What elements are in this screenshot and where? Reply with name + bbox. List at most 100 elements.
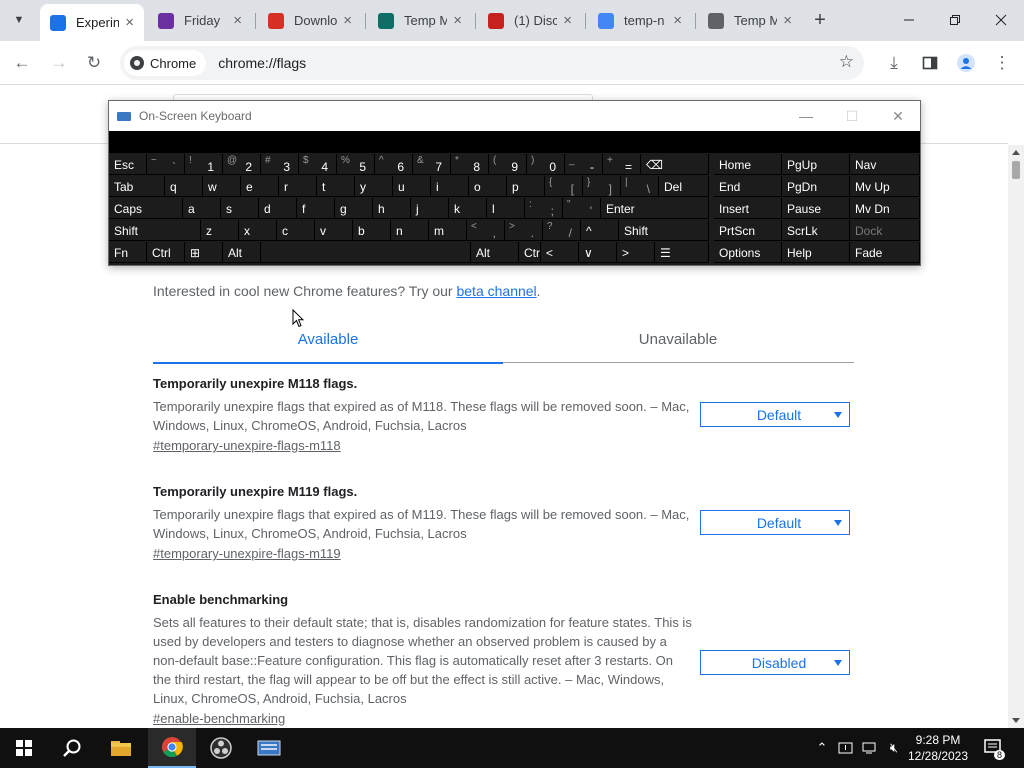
- osk-nav-key[interactable]: PrtScn: [714, 220, 782, 241]
- osk-key[interactable]: + =: [603, 154, 641, 175]
- browser-tab[interactable]: Temp M ×: [698, 4, 802, 37]
- side-panel-button[interactable]: [916, 49, 944, 77]
- beta-channel-link[interactable]: beta channel: [456, 283, 536, 299]
- osk-key[interactable]: ~ `: [147, 154, 185, 175]
- volume-tray[interactable]: 🔇︎: [884, 728, 904, 768]
- osk-nav-key[interactable]: Mv Dn: [850, 198, 920, 219]
- osk-nav-key[interactable]: Mv Up: [850, 176, 920, 197]
- osk-key[interactable]: ☰: [655, 242, 709, 263]
- osk-taskbar-button[interactable]: [245, 728, 293, 768]
- osk-nav-key[interactable]: Fade: [850, 242, 920, 263]
- osk-key[interactable]: h: [373, 198, 411, 219]
- osk-key[interactable]: n: [391, 220, 429, 241]
- osk-key[interactable]: }]: [583, 176, 621, 197]
- chrome-taskbar-button[interactable]: [148, 728, 196, 768]
- tab-close-icon[interactable]: ×: [673, 12, 682, 29]
- osk-key[interactable]: e: [241, 176, 279, 197]
- osk-key[interactable]: ^ 6: [375, 154, 413, 175]
- tab-close-icon[interactable]: ×: [783, 12, 792, 29]
- page-scrollbar[interactable]: [1008, 145, 1024, 728]
- bookmark-star-icon[interactable]: ☆: [839, 52, 854, 72]
- osk-key[interactable]: (9: [489, 154, 527, 175]
- osk-key[interactable]: Tab: [109, 176, 165, 197]
- back-button[interactable]: ←: [8, 49, 36, 77]
- minimize-button[interactable]: [886, 6, 932, 34]
- osk-key[interactable]: % 5: [337, 154, 375, 175]
- osk-key[interactable]: z: [201, 220, 239, 241]
- osk-key[interactable]: _ -: [565, 154, 603, 175]
- osk-nav-key[interactable]: Help: [782, 242, 850, 263]
- osk-key[interactable]: Esc: [109, 154, 147, 175]
- site-info-chip[interactable]: Chrome: [124, 50, 207, 76]
- osk-maximize-button[interactable]: ☐: [829, 101, 875, 131]
- osk-key[interactable]: >: [617, 242, 655, 263]
- osk-key[interactable]: q: [165, 176, 203, 197]
- tab-search-button[interactable]: ▼: [6, 8, 32, 32]
- osk-nav-key[interactable]: Nav: [850, 154, 920, 175]
- osk-nav-key[interactable]: Options: [714, 242, 782, 263]
- osk-nav-key[interactable]: PgUp: [782, 154, 850, 175]
- address-bar[interactable]: Chrome chrome://flags ☆: [120, 46, 864, 80]
- tab-close-icon[interactable]: ×: [343, 12, 352, 29]
- show-hidden-icons-button[interactable]: ⌃: [812, 728, 832, 768]
- start-button[interactable]: [0, 728, 48, 768]
- scroll-down-arrow-icon[interactable]: [1012, 718, 1020, 723]
- osk-key[interactable]: <: [541, 242, 579, 263]
- obs-taskbar-button[interactable]: [197, 728, 245, 768]
- osk-key[interactable]: Ctrl: [147, 242, 185, 263]
- osk-nav-key[interactable]: Home: [714, 154, 782, 175]
- osk-key[interactable]: i: [431, 176, 469, 197]
- tab-close-icon[interactable]: ×: [453, 12, 462, 29]
- downloads-button[interactable]: ⤓: [880, 49, 908, 77]
- tab-available[interactable]: Available: [153, 331, 503, 348]
- osk-key[interactable]: p: [507, 176, 545, 197]
- osk-key[interactable]: {[: [545, 176, 583, 197]
- osk-key[interactable]: Shift: [619, 220, 709, 241]
- osk-nav-key[interactable]: ScrLk: [782, 220, 850, 241]
- osk-key[interactable]: b: [353, 220, 391, 241]
- osk-key[interactable]: :;: [525, 198, 563, 219]
- osk-key[interactable]: ⌫: [641, 154, 709, 175]
- osk-key[interactable]: u: [393, 176, 431, 197]
- osk-key[interactable]: " ': [563, 198, 601, 219]
- flag-permalink[interactable]: #temporary-unexpire-flags-m119: [153, 546, 341, 561]
- osk-nav-key[interactable]: Pause: [782, 198, 850, 219]
- close-window-button[interactable]: [978, 6, 1024, 34]
- tab-close-icon[interactable]: ×: [233, 12, 242, 29]
- osk-key[interactable]: Fn: [109, 242, 147, 263]
- tab-close-icon[interactable]: ×: [563, 12, 572, 29]
- flag-permalink[interactable]: #enable-benchmarking: [153, 711, 285, 726]
- osk-key[interactable]: ⊞: [185, 242, 223, 263]
- osk-key[interactable]: Alt: [223, 242, 261, 263]
- osk-key[interactable]: <,: [467, 220, 505, 241]
- browser-tab[interactable]: Downlo ×: [258, 4, 362, 37]
- osk-nav-key[interactable]: Insert: [714, 198, 782, 219]
- osk-key[interactable]: #3: [261, 154, 299, 175]
- osk-key[interactable]: Alt: [471, 242, 519, 263]
- osk-key[interactable]: l: [487, 198, 525, 219]
- osk-key[interactable]: ! 1: [185, 154, 223, 175]
- osk-key[interactable]: ? /: [543, 220, 581, 241]
- osk-key[interactable]: a: [183, 198, 221, 219]
- osk-key[interactable]: ∨: [579, 242, 617, 263]
- osk-key[interactable]: * 8: [451, 154, 489, 175]
- notification-center-button[interactable]: 8: [980, 728, 1008, 768]
- osk-key[interactable]: r: [279, 176, 317, 197]
- browser-tab[interactable]: Friday ×: [148, 4, 252, 37]
- osk-key[interactable]: x: [239, 220, 277, 241]
- flag-state-select[interactable]: Default: [700, 510, 850, 535]
- file-explorer-button[interactable]: [97, 728, 145, 768]
- osk-key[interactable]: t: [317, 176, 355, 197]
- tab-close-icon[interactable]: ×: [125, 14, 134, 31]
- osk-nav-key[interactable]: PgDn: [782, 176, 850, 197]
- profile-button[interactable]: [952, 49, 980, 77]
- flag-state-select[interactable]: Default: [700, 402, 850, 427]
- flag-state-select[interactable]: Disabled: [700, 650, 850, 675]
- osk-key[interactable]: Del: [659, 176, 709, 197]
- osk-key[interactable]: v: [315, 220, 353, 241]
- taskbar-clock[interactable]: 9:28 PM 12/28/2023: [905, 732, 971, 764]
- osk-key[interactable]: g: [335, 198, 373, 219]
- osk-key[interactable]: s: [221, 198, 259, 219]
- osk-key[interactable]: j: [411, 198, 449, 219]
- new-tab-button[interactable]: +: [808, 8, 832, 32]
